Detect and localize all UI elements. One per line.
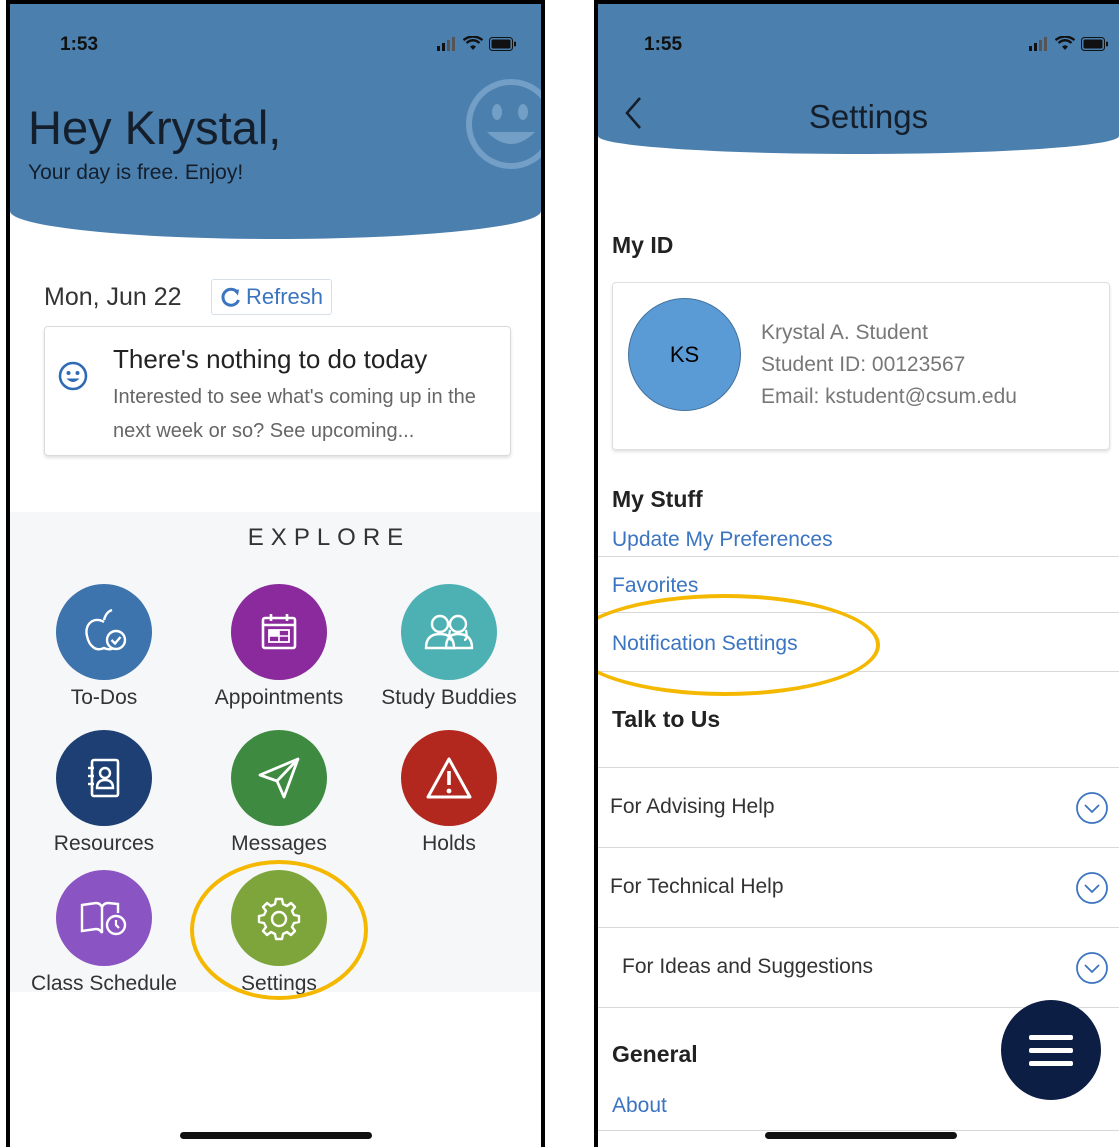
chevron-down-icon[interactable] — [1075, 791, 1109, 825]
divider — [598, 556, 1119, 557]
my-id-heading: My ID — [612, 232, 674, 258]
student-name: Krystal A. Student — [761, 321, 928, 344]
tile-label: To-Dos — [70, 686, 138, 709]
tile-label: Study Buddies — [381, 686, 517, 709]
wifi-icon — [463, 36, 483, 50]
warning-icon — [426, 757, 472, 799]
messages-circle — [231, 730, 327, 826]
technical-help-label: For Technical Help — [610, 875, 784, 898]
tile-class-schedule[interactable]: Class Schedule — [24, 870, 184, 996]
greeting-title: Hey Krystal, — [28, 101, 282, 154]
to-dos-circle — [56, 584, 152, 680]
advising-help-label: For Advising Help — [610, 795, 775, 818]
settings-highlight-ellipse — [190, 860, 368, 1000]
tile-resources[interactable]: Resources — [24, 730, 184, 856]
home-indicator — [179, 1132, 372, 1139]
refresh-icon — [221, 287, 240, 307]
tile-study-buddies[interactable]: Study Buddies — [369, 584, 529, 710]
holds-circle — [401, 730, 497, 826]
current-date: Mon, Jun 22 — [44, 283, 182, 311]
tile-holds[interactable]: Holds — [369, 730, 529, 856]
home-screen: 1:53 Hey Krystal, Your day is free. Enjo… — [6, 0, 545, 1147]
smiley-icon — [58, 361, 88, 391]
settings-screen: 1:55 Settings My ID KS Krystal A. Studen… — [594, 0, 1119, 1147]
update-preferences-link[interactable]: Update My Preferences — [612, 528, 833, 552]
status-time: 1:55 — [644, 34, 683, 55]
resources-circle — [56, 730, 152, 826]
my-stuff-heading: My Stuff — [612, 486, 703, 512]
address-book-icon — [88, 758, 120, 798]
student-id: Student ID: 00123567 — [761, 353, 966, 376]
page-title: Settings — [808, 98, 929, 135]
chevron-down-icon[interactable] — [1075, 951, 1109, 985]
tile-label: Messages — [231, 832, 327, 855]
tile-label: Appointments — [214, 686, 344, 709]
status-time: 1:53 — [60, 34, 99, 55]
signal-icon — [437, 36, 455, 51]
wifi-icon — [1055, 36, 1075, 50]
calendar-icon — [261, 614, 297, 650]
class-schedule-circle — [56, 870, 152, 966]
tile-to-dos[interactable]: To-Dos — [24, 584, 184, 710]
divider — [598, 1130, 1119, 1131]
status-icons — [1029, 36, 1109, 51]
battery-icon — [489, 36, 516, 51]
refresh-button[interactable]: Refresh — [211, 279, 333, 315]
refresh-label: Refresh — [246, 284, 324, 309]
tile-messages[interactable]: Messages — [199, 730, 359, 856]
status-icons — [437, 36, 517, 51]
tile-appointments[interactable]: Appointments — [199, 584, 359, 710]
empty-state-title: There's nothing to do today — [113, 344, 428, 374]
avatar: KS — [628, 298, 741, 411]
explore-heading: EXPLORE — [247, 524, 411, 551]
menu-button[interactable] — [1001, 1000, 1101, 1100]
divider — [598, 847, 1119, 848]
signal-icon — [1029, 36, 1047, 51]
apple-check-icon — [85, 608, 127, 651]
notification-highlight-ellipse — [598, 594, 880, 696]
advising-help-row[interactable]: For Advising Help — [598, 769, 1119, 847]
tile-label: Resources — [53, 832, 155, 855]
divider — [598, 927, 1119, 928]
technical-help-row[interactable]: For Technical Help — [598, 849, 1119, 927]
greeting-subtitle: Your day is free. Enjoy! — [28, 161, 244, 184]
empty-state-card[interactable]: There's nothing to do today Interested t… — [44, 326, 511, 456]
people-icon — [424, 614, 474, 650]
paper-plane-icon — [258, 757, 300, 799]
general-heading: General — [612, 1041, 698, 1067]
battery-icon — [1081, 36, 1108, 51]
divider — [598, 767, 1119, 768]
book-clock-icon — [80, 901, 127, 936]
home-indicator — [764, 1132, 957, 1139]
appointments-circle — [231, 584, 327, 680]
id-card: KS Krystal A. Student Student ID: 001235… — [612, 282, 1110, 450]
tile-label: Class Schedule — [31, 972, 177, 995]
smiley-watermark-icon — [466, 79, 541, 169]
student-email: Email: kstudent@csum.edu — [761, 385, 1017, 408]
talk-to-us-heading: Talk to Us — [612, 706, 721, 732]
id-details: Krystal A. Student Student ID: 00123567 … — [761, 317, 1017, 413]
hamburger-line — [1029, 1047, 1073, 1053]
about-link[interactable]: About — [612, 1094, 667, 1118]
hamburger-line — [1029, 1060, 1073, 1066]
hamburger-line — [1029, 1034, 1073, 1040]
empty-state-body: Interested to see what's coming up in th… — [113, 386, 476, 442]
chevron-down-icon[interactable] — [1075, 871, 1109, 905]
tile-label: Holds — [422, 832, 476, 855]
favorites-link[interactable]: Favorites — [612, 574, 698, 598]
ideas-suggestions-label: For Ideas and Suggestions — [622, 955, 873, 978]
ideas-suggestions-row[interactable]: For Ideas and Suggestions — [598, 929, 1119, 1007]
study-buddies-circle — [401, 584, 497, 680]
